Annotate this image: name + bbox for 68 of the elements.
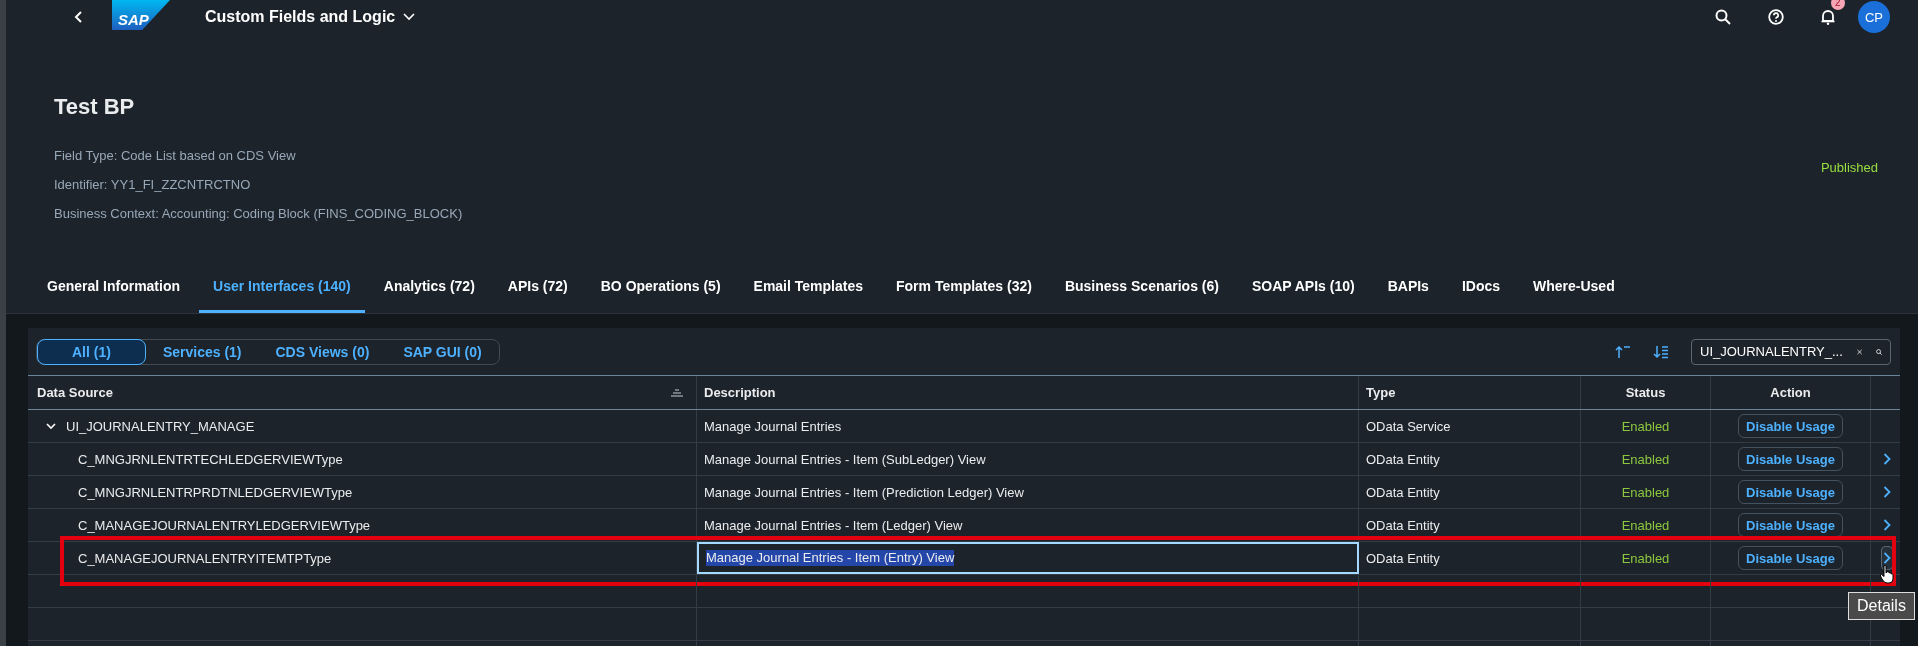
- column-header: Data Source: [37, 385, 113, 400]
- type-text: OData Entity: [1366, 484, 1440, 500]
- status-text: Enabled: [1621, 517, 1670, 533]
- notification-icon[interactable]: [1820, 9, 1836, 25]
- chevron-right-icon: [1883, 453, 1891, 465]
- object-attribute: Identifier: YY1_FI_ZZCNTRCTNO: [54, 176, 252, 194]
- help-icon[interactable]: [1768, 9, 1784, 25]
- filter-segment[interactable]: SAP GUI (0): [386, 338, 499, 365]
- tab[interactable]: Business Scenarios (6): [1050, 262, 1233, 313]
- object-attribute: Field Type: Code List based on CDS View: [54, 147, 297, 165]
- description-text: Manage Journal Entries - Item (Prediction Ledger) View: [704, 484, 1024, 500]
- status-text: Enabled: [1621, 484, 1670, 500]
- description-text: Manage Journal Entries - Item (Ledger) View: [704, 517, 963, 533]
- tab[interactable]: Where-Used: [1519, 262, 1629, 313]
- tab[interactable]: IDocs: [1447, 262, 1514, 313]
- tab[interactable]: Form Templates (32): [882, 262, 1046, 313]
- data-source-name: C_MNGJRNLENTRPRDTNLEDGERVIEWType: [78, 484, 353, 500]
- status-text: Enabled: [1621, 418, 1670, 434]
- app-title-menu[interactable]: Custom Fields and Logic: [205, 8, 416, 26]
- back-icon[interactable]: [74, 10, 84, 24]
- disable-usage-button[interactable]: Disable Usage: [1738, 414, 1843, 438]
- column-header: Status: [1625, 385, 1666, 400]
- hand-cursor-icon: [1879, 564, 1895, 584]
- sort-descending-icon[interactable]: [1653, 344, 1669, 359]
- data-source-name: C_MANAGEJOURNALENTRYLEDGERVIEWType: [78, 517, 371, 533]
- type-text: OData Entity: [1366, 550, 1440, 566]
- filter-segment[interactable]: All (1): [37, 338, 146, 365]
- column-header: Type: [1366, 385, 1396, 400]
- object-title: Test BP: [54, 93, 136, 121]
- tab[interactable]: APIs (72): [493, 262, 582, 313]
- disable-usage-button[interactable]: Disable Usage: [1738, 546, 1843, 570]
- column-header: Action: [1770, 385, 1811, 400]
- caret-icon: [403, 13, 416, 21]
- filter-segment[interactable]: CDS Views (0): [258, 338, 387, 365]
- type-text: OData Entity: [1366, 517, 1440, 533]
- tab[interactable]: SOAP APIs (10): [1237, 262, 1369, 313]
- tab[interactable]: Analytics (72): [369, 262, 489, 313]
- search-field[interactable]: UI_JOURNALENTRY_...: [1691, 338, 1891, 365]
- type-text: OData Service: [1366, 418, 1451, 434]
- type-text: OData Entity: [1366, 451, 1440, 467]
- status-text: Enabled: [1621, 451, 1670, 467]
- sort-ascending-icon[interactable]: [1615, 344, 1631, 359]
- sort-icon[interactable]: [671, 388, 683, 397]
- disable-usage-button[interactable]: Disable Usage: [1738, 480, 1843, 504]
- data-source-name: UI_JOURNALENTRY_MANAGE: [66, 418, 255, 434]
- chevron-right-icon: [1883, 519, 1891, 531]
- tab[interactable]: Email Templates: [739, 262, 877, 313]
- chevron-right-icon: [1883, 486, 1891, 498]
- object-status: Published: [1820, 159, 1878, 177]
- filter-segment[interactable]: Services (1): [145, 338, 259, 365]
- data-source-name: C_MANAGEJOURNALENTRYITEMTPType: [78, 550, 332, 566]
- tab[interactable]: BAPIs: [1373, 262, 1443, 313]
- tooltip: Details: [1848, 592, 1915, 620]
- chevron-right-icon: [1883, 552, 1891, 564]
- object-attribute: Business Context: Accounting: Coding Block (FINS_CODING_BLOCK): [54, 205, 463, 223]
- expand-toggle-icon[interactable]: [46, 422, 56, 430]
- user-avatar[interactable]: CP: [1858, 1, 1890, 33]
- details-button[interactable]: [1881, 546, 1893, 570]
- column-header: Description: [704, 385, 776, 400]
- description-text: Manage Journal Entries - Item (SubLedger) View: [704, 451, 986, 467]
- data-source-name: C_MNGJRNLENTRTECHLEDGERVIEWType: [78, 451, 343, 467]
- disable-usage-button[interactable]: Disable Usage: [1738, 447, 1843, 471]
- status-text: Enabled: [1621, 550, 1670, 566]
- tab[interactable]: General Information: [33, 262, 195, 313]
- sap-logo[interactable]: SAP: [112, 0, 170, 30]
- search-icon[interactable]: [1715, 9, 1731, 25]
- description-text: Manage Journal Entries: [704, 418, 842, 434]
- tab[interactable]: BO Operations (5): [586, 262, 735, 313]
